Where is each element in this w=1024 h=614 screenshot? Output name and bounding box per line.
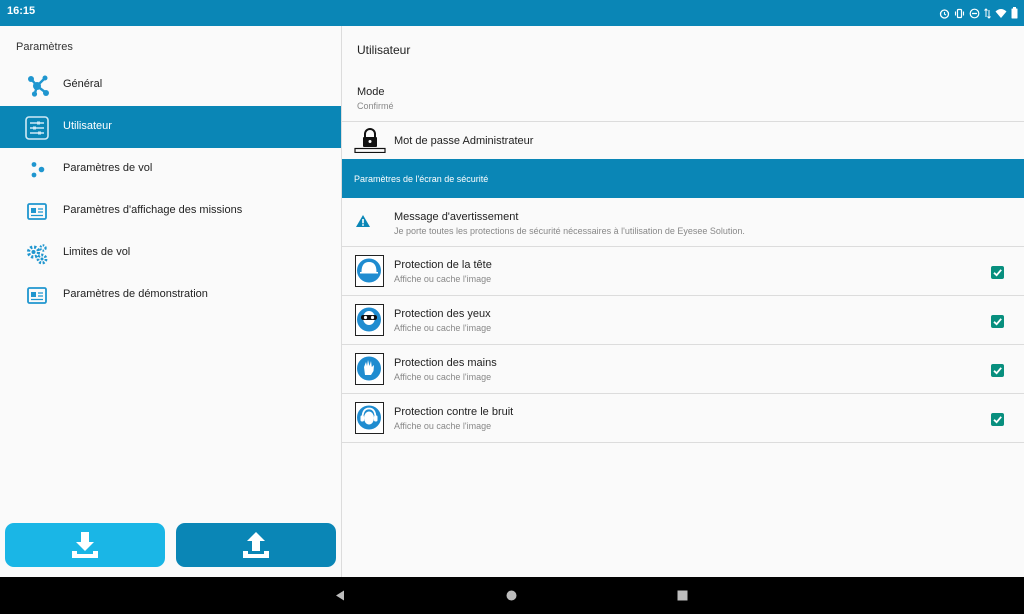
sidebar-item-label: Limites de vol: [63, 246, 131, 258]
back-icon[interactable]: [332, 587, 349, 604]
protection-checkbox[interactable]: [991, 364, 1004, 377]
upload-button[interactable]: [176, 523, 336, 567]
protection-subtitle: Affiche ou cache l'image: [394, 274, 492, 284]
dots-icon: [24, 157, 50, 183]
warning-message-setting[interactable]: Message d'avertissement Je porte toutes …: [342, 198, 1024, 247]
home-icon[interactable]: [503, 587, 520, 604]
gears-icon: [24, 241, 50, 267]
sidebar-title: Paramètres: [16, 41, 73, 53]
protection-row-noise[interactable]: Protection contre le bruit Affiche ou ca…: [342, 394, 1024, 443]
system-navigation-bar: [0, 577, 1024, 614]
protection-title: Protection des mains: [394, 357, 497, 369]
sidebar-item-demonstration[interactable]: Paramètres de démonstration: [0, 274, 341, 316]
ear-protection-icon: [355, 402, 384, 434]
status-icons: [939, 3, 1018, 23]
sidebar-item-label: Paramètres de démonstration: [63, 288, 208, 300]
protection-checkbox[interactable]: [991, 413, 1004, 426]
user-settings-panel: Utilisateur Mode Confirmé Mot de passe A…: [342, 26, 1024, 577]
sidebar-item-label: Utilisateur: [63, 120, 112, 132]
id-card-icon: [24, 199, 50, 225]
sidebar-item-label: Paramètres de vol: [63, 162, 153, 174]
status-bar: 16:15: [0, 0, 1024, 26]
admin-password-setting[interactable]: Mot de passe Administrateur: [342, 122, 1024, 159]
protection-subtitle: Affiche ou cache l'image: [394, 372, 492, 382]
settings-sidebar: Paramètres Général Utilisateur Paramètre…: [0, 26, 341, 577]
protection-subtitle: Affiche ou cache l'image: [394, 323, 492, 333]
protection-title: Protection des yeux: [394, 308, 491, 320]
protection-checkbox[interactable]: [991, 266, 1004, 279]
user-settings-icon: [24, 115, 50, 141]
sidebar-item-general[interactable]: Général: [0, 64, 341, 106]
protection-checkbox[interactable]: [991, 315, 1004, 328]
gloves-icon: [355, 353, 384, 385]
data-arrows-icon: [984, 7, 991, 19]
network-nodes-icon: [24, 73, 50, 99]
mode-setting[interactable]: Mode Confirmé: [342, 76, 1024, 122]
warning-title: Message d'avertissement: [394, 211, 519, 223]
helmet-icon: [355, 255, 384, 287]
download-icon: [72, 532, 98, 558]
section-title: Paramètres de l'écran de sécurité: [354, 174, 489, 184]
sidebar-item-label: Paramètres d'affichage des missions: [63, 204, 243, 216]
protection-title: Protection de la tête: [394, 259, 492, 271]
sidebar-item-flight-settings[interactable]: Paramètres de vol: [0, 148, 341, 190]
protection-title: Protection contre le bruit: [394, 406, 514, 418]
sidebar-item-user[interactable]: Utilisateur: [0, 106, 341, 148]
status-time: 16:15: [7, 5, 36, 17]
goggles-icon: [355, 304, 384, 336]
vibrate-icon: [954, 8, 965, 19]
protection-subtitle: Affiche ou cache l'image: [394, 421, 492, 431]
warning-text: Je porte toutes les protections de sécur…: [394, 226, 745, 236]
page-title: Utilisateur: [357, 43, 411, 57]
protection-row-head[interactable]: Protection de la tête Affiche ou cache l…: [342, 247, 1024, 296]
protection-row-eyes[interactable]: Protection des yeux Affiche ou cache l'i…: [342, 296, 1024, 345]
mode-value: Confirmé: [357, 101, 394, 111]
sidebar-item-flight-limits[interactable]: Limites de vol: [0, 232, 341, 274]
download-button[interactable]: [5, 523, 165, 567]
warning-icon: [355, 214, 371, 233]
admin-password-label: Mot de passe Administrateur: [394, 135, 534, 147]
protection-row-hands[interactable]: Protection des mains Affiche ou cache l'…: [342, 345, 1024, 394]
battery-icon: [1011, 7, 1018, 19]
upload-icon: [243, 532, 269, 558]
alarm-icon: [939, 8, 950, 19]
sidebar-item-mission-display[interactable]: Paramètres d'affichage des missions: [0, 190, 341, 232]
sidebar-item-label: Général: [63, 78, 103, 90]
id-card-icon: [24, 283, 50, 309]
mode-title: Mode: [357, 86, 385, 98]
security-section-header: Paramètres de l'écran de sécurité: [342, 159, 1024, 198]
wifi-icon: [995, 8, 1007, 19]
lock-icon: [354, 127, 386, 158]
recents-icon[interactable]: [674, 587, 691, 604]
do-not-disturb-icon: [969, 8, 980, 19]
